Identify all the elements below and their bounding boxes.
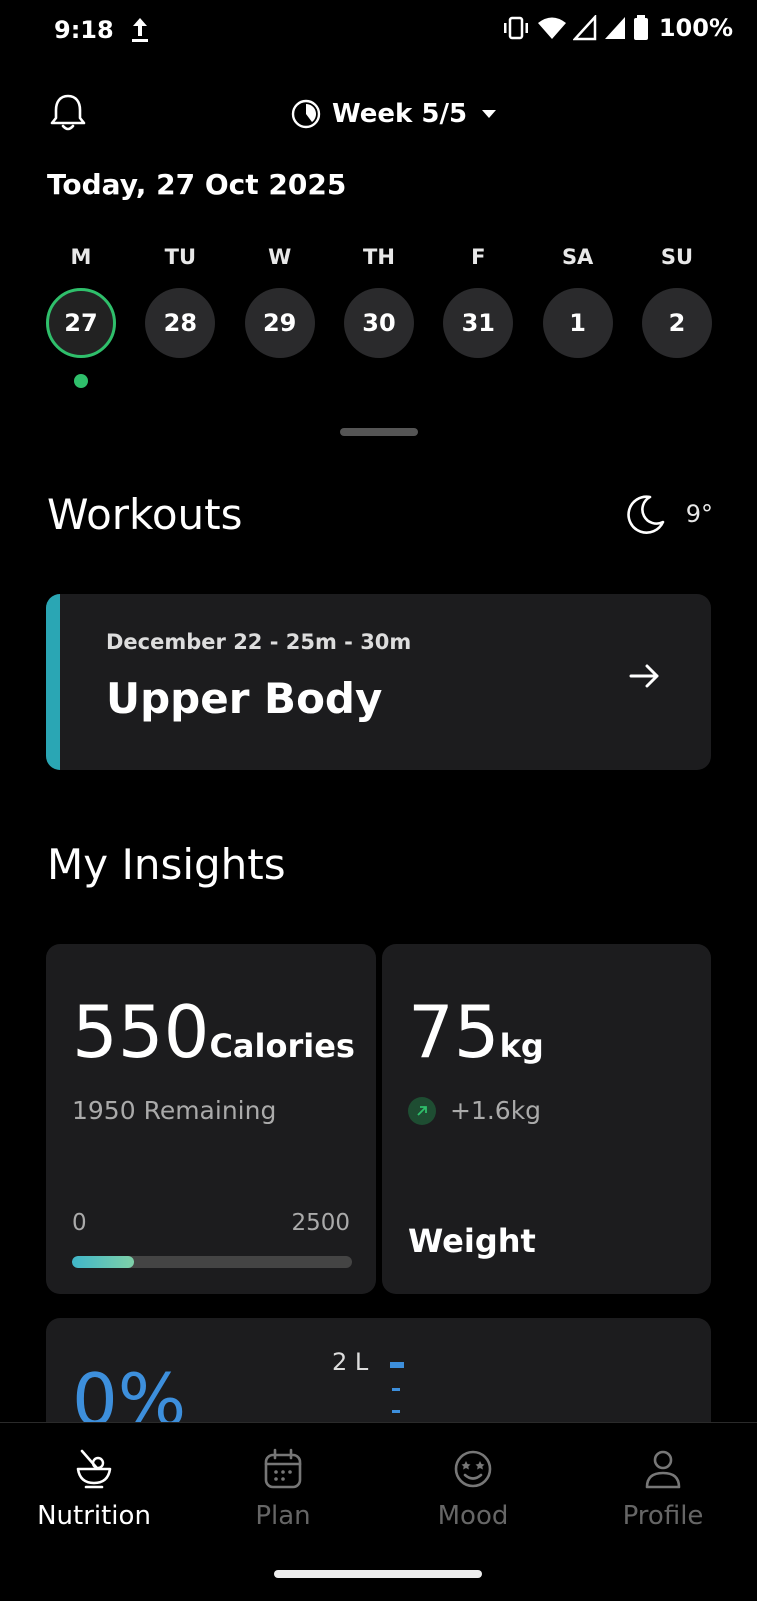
nutrition-bowl-icon: [76, 1449, 112, 1489]
vibrate-icon: [503, 16, 528, 40]
day-column[interactable]: F 31: [443, 242, 514, 388]
weight-unit: kg: [499, 1027, 544, 1065]
calories-progress-fill: [72, 1256, 134, 1268]
day-column[interactable]: M 27: [46, 242, 116, 388]
day-date-button[interactable]: 2: [641, 288, 712, 358]
wifi-icon: [537, 17, 566, 39]
workouts-title: Workouts: [47, 490, 243, 539]
calories-progress-track: [72, 1256, 352, 1268]
day-date-button[interactable]: 27: [46, 288, 116, 358]
water-goal: 2 L: [332, 1348, 369, 1376]
weight-value-row: 75kg: [408, 990, 544, 1074]
insights-title: My Insights: [47, 840, 286, 889]
workout-accent-bar: [46, 594, 60, 770]
day-selected-dot: [74, 374, 88, 388]
nav-label-profile: Profile: [622, 1501, 704, 1531]
day-date-button[interactable]: 30: [343, 288, 414, 358]
day-letter: TH: [363, 245, 395, 269]
nav-label-plan: Plan: [255, 1501, 311, 1531]
day-column[interactable]: SU 2: [641, 242, 712, 388]
day-column[interactable]: SA 1: [542, 242, 613, 388]
nav-item-profile[interactable]: Profile: [573, 1447, 753, 1531]
weight-value: 75: [408, 990, 500, 1074]
day-date-button[interactable]: 31: [443, 288, 514, 358]
nav-item-nutrition[interactable]: Nutrition: [4, 1447, 184, 1531]
day-column[interactable]: W 29: [244, 242, 315, 388]
home-indicator[interactable]: [274, 1570, 482, 1578]
signal-icon-2: [604, 17, 625, 39]
day-letter: SA: [561, 245, 594, 269]
calories-max: 2500: [291, 1210, 350, 1236]
workout-name: Upper Body: [106, 674, 383, 723]
day-letter: F: [471, 245, 486, 269]
day-column[interactable]: TU 28: [145, 242, 216, 388]
week-label: Week 5/5: [332, 99, 468, 129]
day-letter: W: [268, 245, 292, 269]
upload-icon: [132, 18, 148, 42]
weight-trend: +1.6kg: [408, 1096, 541, 1125]
water-tick: [392, 1410, 400, 1413]
day-column[interactable]: TH 30: [343, 242, 414, 388]
calories-card[interactable]: 550Calories 1950 Remaining 0 2500: [46, 944, 376, 1294]
week-strip: M 27 TU 28 W 29 TH 30 F 31 SA 1 SU 2: [46, 242, 712, 388]
signal-icon: [572, 15, 597, 41]
water-card[interactable]: 0% 2 L: [46, 1318, 711, 1438]
weight-card[interactable]: 75kg +1.6kg Weight: [382, 944, 711, 1294]
calories-remaining: 1950 Remaining: [72, 1096, 277, 1125]
status-time: 9:18: [54, 16, 114, 44]
week-selector[interactable]: Week 5/5: [290, 92, 501, 136]
water-level-mark: [390, 1362, 404, 1368]
day-letter: SU: [660, 245, 694, 269]
battery-icon: [633, 15, 648, 40]
calendar-icon: [264, 1448, 302, 1489]
arrow-right-icon: [629, 664, 659, 688]
water-tick: [392, 1388, 400, 1391]
status-icons: 100%: [501, 14, 733, 42]
weight-trend-text: +1.6kg: [450, 1096, 542, 1125]
nav-item-plan[interactable]: Plan: [193, 1447, 373, 1531]
clock-icon: [291, 99, 321, 129]
calories-unit: Calories: [209, 1027, 355, 1065]
day-letter: TU: [164, 245, 197, 269]
day-date-button[interactable]: 1: [542, 288, 613, 358]
person-icon: [645, 1450, 681, 1489]
calories-value-row: 550Calories: [72, 990, 355, 1074]
drag-handle[interactable]: [340, 428, 418, 436]
weight-label: Weight: [408, 1222, 536, 1260]
bell-icon[interactable]: [46, 90, 90, 134]
today-date: Today, 27 Oct 2025: [47, 168, 347, 201]
calories-min: 0: [72, 1210, 87, 1236]
calories-value: 550: [72, 990, 210, 1074]
day-letter: M: [70, 245, 92, 269]
nav-item-mood[interactable]: Mood: [383, 1447, 563, 1531]
weather: 9°: [624, 492, 713, 536]
chevron-down-icon: [482, 110, 497, 118]
temperature: 9°: [685, 500, 713, 528]
nav-label-nutrition: Nutrition: [37, 1501, 151, 1531]
battery-percent: 100%: [658, 14, 733, 42]
workout-meta: December 22 - 25m - 30m: [106, 630, 412, 654]
mood-face-icon: [454, 1450, 492, 1488]
day-date-button[interactable]: 29: [244, 288, 315, 358]
trend-up-icon: [408, 1096, 436, 1125]
nav-label-mood: Mood: [437, 1501, 509, 1531]
moon-icon: [626, 495, 665, 534]
workout-card[interactable]: December 22 - 25m - 30m Upper Body: [46, 594, 711, 770]
day-date-button[interactable]: 28: [145, 288, 216, 358]
